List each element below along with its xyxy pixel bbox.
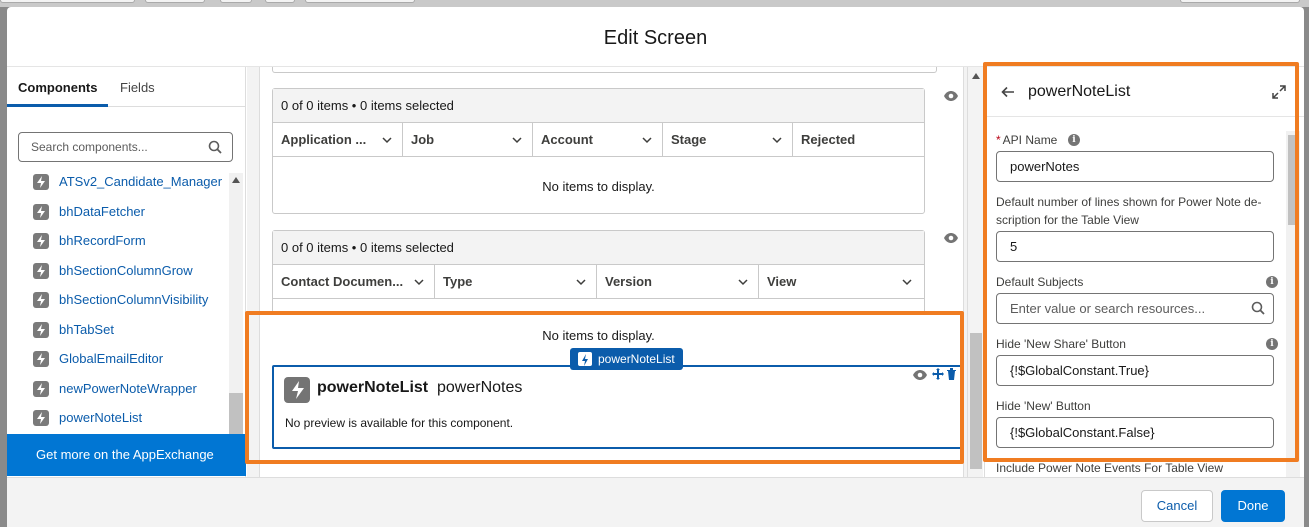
table-status: 0 of 0 items • 0 items selected xyxy=(273,231,924,265)
eye-icon[interactable] xyxy=(943,90,959,102)
component-label: GlobalEmailEditor xyxy=(59,351,164,366)
highlight-properties-panel xyxy=(983,62,1299,462)
search-placeholder: Search components... xyxy=(31,140,148,154)
lightning-icon xyxy=(33,233,49,249)
lightning-icon xyxy=(33,292,49,308)
scroll-up-icon[interactable] xyxy=(972,73,980,79)
scrollbar-thumb[interactable] xyxy=(970,333,982,469)
table-columns: Contact Documen... Type Version View xyxy=(273,265,924,299)
component-label: bhDataFetcher xyxy=(59,203,145,219)
chevron-down-icon[interactable] xyxy=(576,277,586,287)
data-table-contact-documents[interactable]: 0 of 0 items • 0 items selected Contact … xyxy=(272,230,925,314)
tab-fields[interactable]: Fields xyxy=(109,67,166,107)
component-label: bhSectionColumnVisibility xyxy=(59,292,209,307)
lightning-icon xyxy=(33,174,49,190)
table-status: 0 of 0 items • 0 items selected xyxy=(273,89,924,123)
search-icon xyxy=(208,140,222,154)
chevron-down-icon[interactable] xyxy=(902,277,912,287)
column-header[interactable]: Application ... xyxy=(273,123,403,157)
chevron-down-icon[interactable] xyxy=(772,135,782,145)
chevron-down-icon[interactable] xyxy=(642,135,652,145)
lightning-icon xyxy=(33,410,49,426)
component-list: ATSv2_Candidate_Manager bhDataFetcher bh… xyxy=(7,171,246,433)
column-header[interactable]: Rejected xyxy=(793,123,924,157)
highlight-selected-component xyxy=(245,311,964,464)
component-label: powerNoteList xyxy=(59,410,143,425)
data-table-applications[interactable]: 0 of 0 items • 0 items selected Applicat… xyxy=(272,88,925,214)
tab-components[interactable]: Components xyxy=(7,67,109,107)
column-header[interactable]: Account xyxy=(533,123,663,157)
chevron-down-icon[interactable] xyxy=(414,277,424,287)
search-components-input[interactable]: Search components... xyxy=(18,132,233,162)
chevron-down-icon[interactable] xyxy=(738,277,748,287)
column-header[interactable]: Stage xyxy=(663,123,793,157)
component-list-scrollbar[interactable] xyxy=(229,173,243,435)
chevron-down-icon[interactable] xyxy=(382,135,392,145)
lightning-icon xyxy=(33,351,49,367)
canvas-scrollbar[interactable] xyxy=(967,67,983,477)
lightning-icon xyxy=(33,321,49,338)
column-header[interactable]: Type xyxy=(435,265,597,299)
components-panel: Components Fields Search components... A… xyxy=(7,67,246,477)
scrollbar-thumb[interactable] xyxy=(229,393,243,435)
table-columns: Application ... Job Account Stage Reject… xyxy=(273,123,924,157)
scroll-up-icon[interactable] xyxy=(232,177,240,183)
component-label: ATSv2_Candidate_Manager xyxy=(59,174,223,189)
background-toolbar xyxy=(0,0,1309,7)
done-button[interactable]: Done xyxy=(1221,490,1285,522)
empty-message: No items to display. xyxy=(542,179,655,194)
component-label: bhSectionColumnGrow xyxy=(59,262,193,278)
component-label: bhRecordForm xyxy=(59,233,146,248)
modal-footer: Cancel Done xyxy=(7,477,1304,527)
cancel-button[interactable]: Cancel xyxy=(1141,490,1213,522)
column-header[interactable]: Contact Documen... xyxy=(273,265,435,299)
modal-title: Edit Screen xyxy=(7,7,1304,67)
chevron-down-icon[interactable] xyxy=(512,135,522,145)
column-header[interactable]: Job xyxy=(403,123,533,157)
component-label: bhTabSet xyxy=(59,321,114,337)
previous-component[interactable] xyxy=(272,67,937,73)
component-label: newPowerNoteWrapper xyxy=(59,380,197,396)
lightning-icon xyxy=(33,262,49,279)
column-header[interactable]: View xyxy=(759,265,922,299)
eye-icon[interactable] xyxy=(943,232,959,244)
column-header[interactable]: Version xyxy=(597,265,759,299)
lightning-icon xyxy=(33,203,49,220)
panel-tabs: Components Fields xyxy=(7,67,246,107)
lightning-icon xyxy=(33,380,49,397)
appexchange-link[interactable]: Get more on the AppExchange xyxy=(7,434,246,476)
